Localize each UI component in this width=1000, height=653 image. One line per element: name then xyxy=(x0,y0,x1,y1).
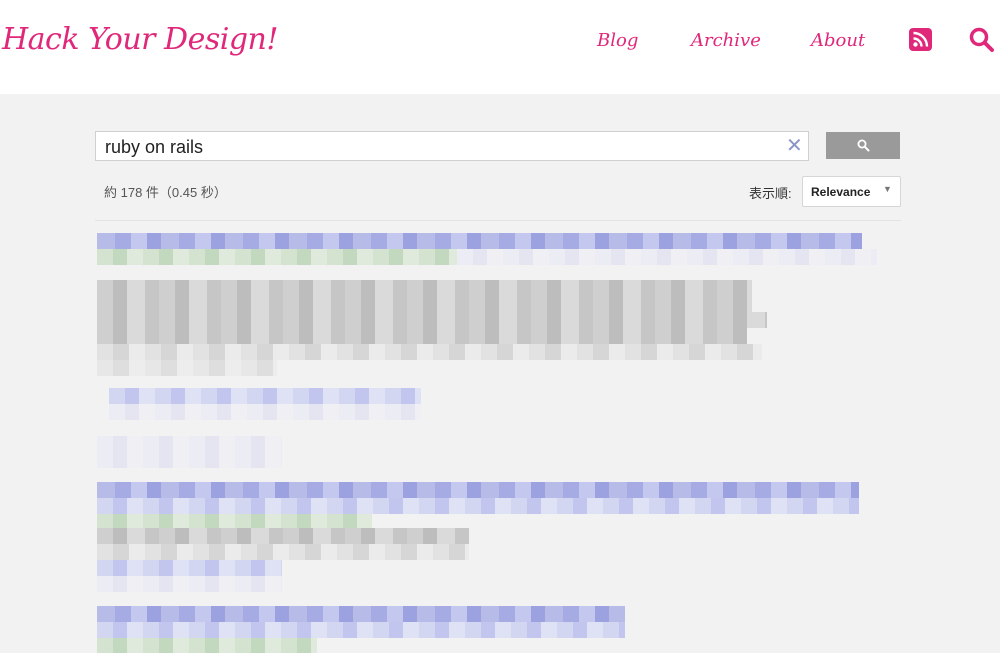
divider xyxy=(95,220,901,221)
result-sublink-blurred[interactable] xyxy=(109,388,421,404)
sort-label: 表示順: xyxy=(749,186,792,201)
nav-archive-link[interactable]: Archive xyxy=(691,30,761,51)
result-count: 約 178 件（0.45 秒） xyxy=(104,185,227,200)
result-title-blurred[interactable] xyxy=(97,482,859,498)
result-snippet-blurred xyxy=(97,344,762,360)
result-title-blurred[interactable] xyxy=(97,233,862,249)
result-sublink-blurred[interactable] xyxy=(97,452,282,468)
result-url-blurred xyxy=(457,249,877,265)
nav-about-link[interactable]: About xyxy=(811,30,865,51)
result-title-blurred[interactable] xyxy=(97,498,859,514)
search-button[interactable] xyxy=(826,132,900,159)
result-title-blurred[interactable] xyxy=(97,622,625,638)
result-snippet-blurred xyxy=(97,360,277,376)
result-sublink-blurred[interactable] xyxy=(97,436,282,452)
search-results-blurred xyxy=(97,230,877,653)
search-icon[interactable] xyxy=(968,26,996,54)
chevron-down-icon: ▼ xyxy=(883,184,892,194)
result-snippet-blurred xyxy=(97,544,469,560)
sort-dropdown[interactable]: Relevance ▼ xyxy=(802,176,901,207)
result-snippet-blurred xyxy=(97,296,752,312)
clear-icon[interactable]: ✕ xyxy=(786,135,803,157)
site-logo[interactable]: Hack Your Design! xyxy=(2,22,278,57)
nav-blog-link[interactable]: Blog xyxy=(597,30,638,51)
magnifier-icon xyxy=(857,139,870,152)
rss-icon[interactable] xyxy=(909,28,932,51)
result-url-blurred xyxy=(97,638,317,653)
search-box: ✕ xyxy=(95,131,809,161)
search-input[interactable] xyxy=(105,136,775,158)
result-sublink-blurred[interactable] xyxy=(97,576,282,592)
result-sublink-blurred[interactable] xyxy=(109,404,421,420)
sort-value: Relevance xyxy=(811,185,871,199)
result-snippet-blurred xyxy=(97,528,469,544)
result-sublink-blurred[interactable] xyxy=(97,560,282,576)
result-snippet-blurred xyxy=(97,328,747,344)
result-snippet-blurred xyxy=(97,280,752,296)
result-url-blurred xyxy=(97,249,457,265)
site-header: Hack Your Design! Blog Archive About xyxy=(0,0,1000,94)
result-snippet-blurred xyxy=(97,312,767,328)
result-title-blurred[interactable] xyxy=(97,606,625,622)
